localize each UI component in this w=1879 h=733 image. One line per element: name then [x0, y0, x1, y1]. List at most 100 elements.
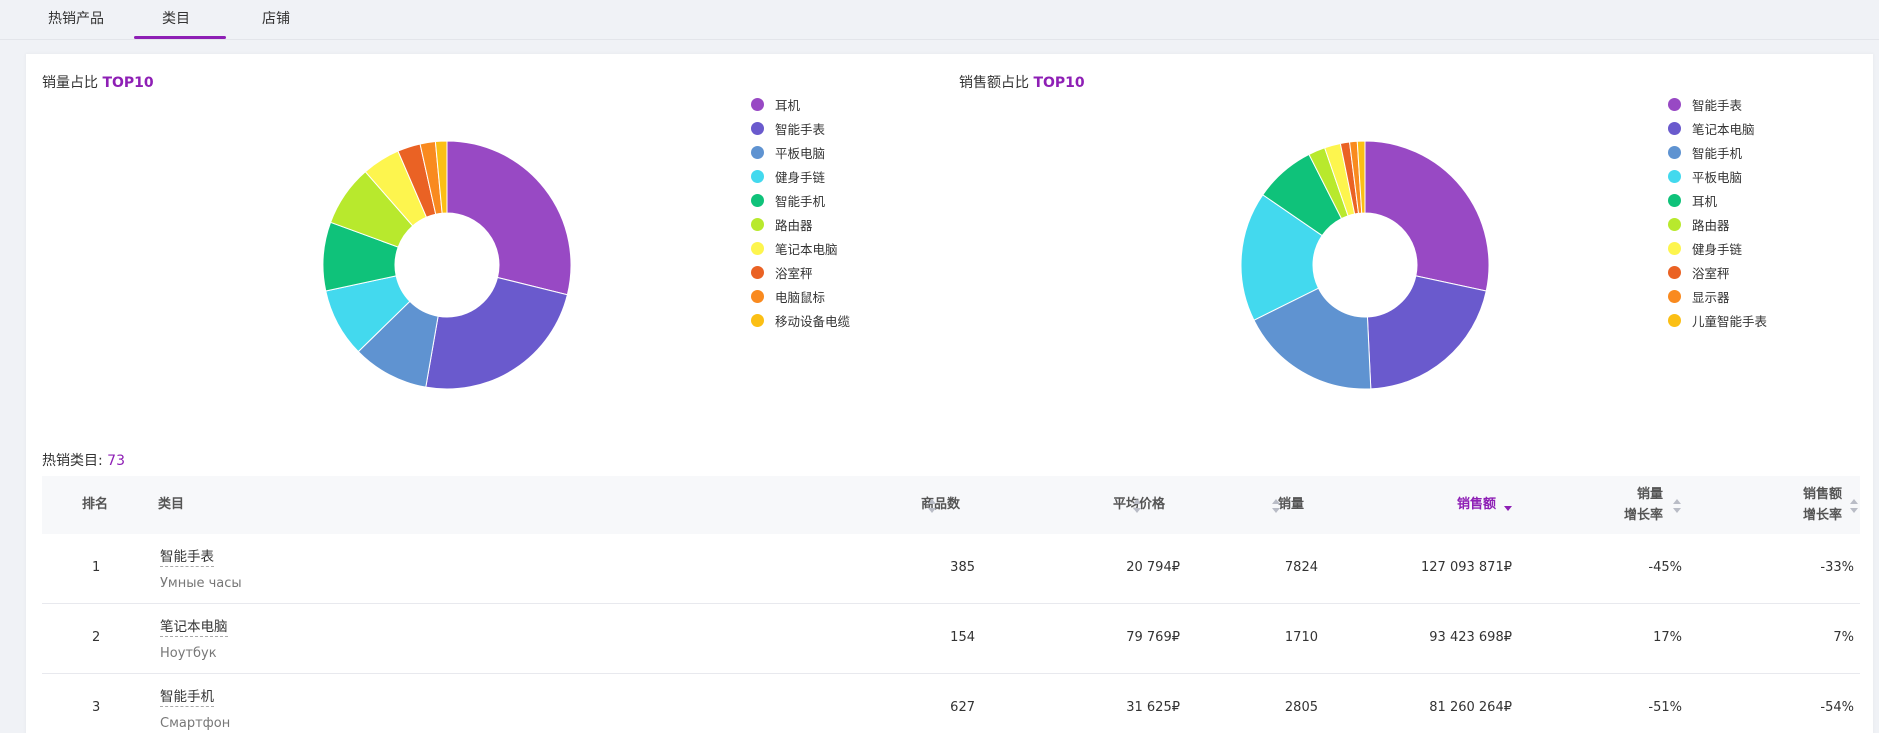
- category-tabs: 热销产品 类目 店铺: [0, 0, 1879, 40]
- legend-dot-icon: [751, 217, 764, 231]
- legend-dot-icon: [751, 265, 764, 279]
- legend-item[interactable]: 路由器: [1668, 212, 1767, 236]
- legend-item[interactable]: 平板电脑: [1668, 164, 1767, 188]
- legend-label: 电脑鼠标: [775, 289, 826, 305]
- legend-label: 笔记本电脑: [775, 241, 838, 257]
- legend-dot-icon: [751, 241, 764, 255]
- legend-item[interactable]: 平板电脑: [751, 140, 850, 164]
- tab-hot-products[interactable]: 热销产品: [48, 8, 104, 28]
- row-category-subtitle: Смартфон: [160, 716, 231, 731]
- legend-label: 笔记本电脑: [1692, 121, 1755, 137]
- row-avg-price: 79 769₽: [1126, 630, 1180, 645]
- revenue-chart-title-highlight: TOP10: [1033, 75, 1085, 91]
- sort-icon[interactable]: [1849, 498, 1859, 514]
- legend-label: 儿童智能手表: [1692, 313, 1768, 329]
- legend-label: 耳机: [1692, 193, 1718, 209]
- table-row[interactable]: 1 智能手表 Умные часы 385 20 794₽ 7824 127 0…: [42, 534, 1860, 604]
- row-rank: 3: [92, 700, 101, 715]
- row-volume-growth: -51%: [1648, 700, 1682, 715]
- row-volume-growth: -45%: [1648, 560, 1682, 575]
- legend-dot-icon: [1668, 265, 1681, 279]
- volume-chart-title: 销量占比 TOP10: [42, 72, 154, 92]
- row-revenue: 81 260 264₽: [1429, 700, 1512, 715]
- row-category-name[interactable]: 智能手表: [160, 548, 214, 567]
- legend-item[interactable]: 健身手链: [1668, 236, 1767, 260]
- hot-categories-number: 73: [107, 453, 125, 469]
- row-category-name[interactable]: 智能手机: [160, 688, 214, 707]
- legend-item[interactable]: 智能手机: [751, 188, 850, 212]
- legend-label: 浴室秤: [775, 265, 813, 281]
- donut-slice[interactable]: [1364, 140, 1490, 292]
- legend-dot-icon: [751, 97, 764, 111]
- header-revenue-growth[interactable]: 销售额 增长率: [1803, 484, 1842, 526]
- donut-slice[interactable]: [1366, 275, 1487, 390]
- sort-icon[interactable]: [927, 498, 937, 514]
- legend-item[interactable]: 移动设备电缆: [751, 308, 850, 332]
- header-revenue-growth-line2: 增长率: [1802, 508, 1842, 523]
- legend-item[interactable]: 儿童智能手表: [1668, 308, 1767, 332]
- legend-dot-icon: [1668, 313, 1681, 327]
- legend-dot-icon: [751, 289, 764, 303]
- volume-chart-title-text: 销量占比: [42, 75, 103, 91]
- legend-dot-icon: [1668, 193, 1681, 207]
- tab-categories[interactable]: 类目: [162, 8, 190, 28]
- legend-item[interactable]: 耳机: [751, 92, 850, 116]
- tab-shops[interactable]: 店铺: [262, 8, 290, 28]
- header-volume-growth[interactable]: 销量 增长率: [1624, 484, 1663, 526]
- row-avg-price: 31 625₽: [1126, 700, 1180, 715]
- row-volume: 7824: [1284, 560, 1318, 575]
- legend-dot-icon: [1668, 97, 1681, 111]
- legend-label: 平板电脑: [1692, 169, 1743, 185]
- legend-item[interactable]: 智能手机: [1668, 140, 1767, 164]
- header-volume[interactable]: 销量: [1278, 494, 1304, 515]
- legend-item[interactable]: 路由器: [751, 212, 850, 236]
- legend-item[interactable]: 显示器: [1668, 284, 1767, 308]
- row-products: 385: [950, 560, 975, 575]
- legend-label: 显示器: [1692, 289, 1730, 305]
- legend-dot-icon: [751, 145, 764, 159]
- table-row[interactable]: 2 笔记本电脑 Ноутбук 154 79 769₽ 1710 93 423 …: [42, 604, 1860, 674]
- legend-dot-icon: [751, 193, 764, 207]
- legend-item[interactable]: 浴室秤: [1668, 260, 1767, 284]
- legend-item[interactable]: 笔记本电脑: [1668, 116, 1767, 140]
- legend-item[interactable]: 智能手表: [1668, 92, 1767, 116]
- row-revenue-growth: -54%: [1820, 700, 1854, 715]
- legend-dot-icon: [1668, 169, 1681, 183]
- header-revenue[interactable]: 销售额: [1457, 494, 1496, 515]
- header-volume-growth-line1: 销量: [1636, 487, 1663, 502]
- legend-label: 平板电脑: [775, 145, 826, 161]
- hot-categories-label: 热销类目:: [42, 453, 108, 469]
- row-category-subtitle: Умные часы: [160, 576, 242, 591]
- row-volume: 1710: [1284, 630, 1318, 645]
- row-rank: 2: [92, 630, 101, 645]
- header-category: 类目: [158, 497, 185, 512]
- legend-dot-icon: [1668, 145, 1681, 159]
- legend-item[interactable]: 智能手表: [751, 116, 850, 140]
- legend-item[interactable]: 电脑鼠标: [751, 284, 850, 308]
- legend-label: 耳机: [775, 97, 801, 113]
- volume-share-donut: [322, 140, 572, 390]
- legend-item[interactable]: 耳机: [1668, 188, 1767, 212]
- donut-slice[interactable]: [425, 276, 568, 390]
- legend-item[interactable]: 浴室秤: [751, 260, 850, 284]
- row-revenue-growth: -33%: [1820, 560, 1854, 575]
- header-revenue-growth-line1: 销售额: [1802, 487, 1842, 502]
- row-revenue-growth: 7%: [1833, 630, 1854, 645]
- legend-item[interactable]: 健身手链: [751, 164, 850, 188]
- revenue-share-donut: [1240, 140, 1490, 390]
- donut-slice[interactable]: [446, 140, 572, 296]
- row-products: 627: [950, 700, 975, 715]
- legend-dot-icon: [751, 313, 764, 327]
- sort-icon[interactable]: [1271, 498, 1281, 514]
- legend-dot-icon: [751, 169, 764, 183]
- sort-icon[interactable]: [1672, 498, 1682, 514]
- legend-label: 智能手表: [1692, 97, 1743, 113]
- table-row[interactable]: 3 智能手机 Смартфон 627 31 625₽ 2805 81 260 …: [42, 674, 1860, 733]
- row-volume: 2805: [1284, 700, 1318, 715]
- row-category-name[interactable]: 笔记本电脑: [160, 618, 228, 637]
- sort-desc-icon[interactable]: [1503, 500, 1513, 516]
- sort-icon[interactable]: [1132, 498, 1142, 514]
- legend-item[interactable]: 笔记本电脑: [751, 236, 850, 260]
- row-rank: 1: [92, 560, 101, 575]
- legend-dot-icon: [1668, 289, 1681, 303]
